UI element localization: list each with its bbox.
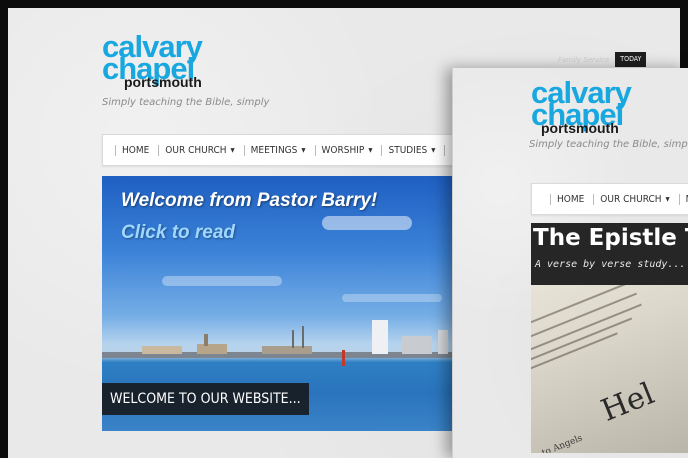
cloud-shape bbox=[322, 216, 412, 230]
epistle-subtitle: A verse by verse study... bbox=[535, 259, 686, 270]
bible-heading: Hel bbox=[596, 376, 660, 429]
caret-down-icon: ▼ bbox=[230, 146, 235, 154]
service-bar: Family Service TODAY bbox=[552, 52, 647, 67]
hero-slide[interactable]: Welcome from Pastor Barry! Click to read… bbox=[102, 176, 452, 431]
bible-text: to Angels bbox=[540, 433, 585, 453]
cloud-shape bbox=[162, 276, 282, 286]
nav-meetings-label: MEETINGS bbox=[250, 144, 298, 156]
nav-our-church-label: OUR CHURCH bbox=[600, 193, 662, 205]
caret-down-icon: ▼ bbox=[665, 195, 670, 203]
epistle-slide[interactable]: The Epistle T A verse by verse study... … bbox=[531, 223, 688, 453]
harbour-skyline bbox=[102, 320, 452, 366]
nav-item-our-church[interactable]: OUR CHURCH ▼ bbox=[593, 193, 678, 205]
caret-down-icon: ▼ bbox=[301, 146, 306, 154]
caret-down-icon: ▼ bbox=[368, 146, 373, 154]
main-nav-front: HOME OUR CHURCH▼ M bbox=[531, 183, 688, 215]
nav-our-church-label: OUR CHURCH bbox=[165, 144, 227, 156]
logo-portsmouth: portsmouth bbox=[541, 120, 619, 136]
nav-worship-label: WORSHIP bbox=[321, 144, 365, 156]
text-line bbox=[531, 317, 633, 363]
site-logo[interactable]: calvary chapel portsmouth bbox=[102, 31, 203, 90]
caret-down-icon: ▼ bbox=[431, 146, 436, 154]
nav-item-m[interactable]: M bbox=[678, 193, 688, 205]
nav-home-label: HOME bbox=[557, 193, 585, 205]
hero-title: Welcome from Pastor Barry! bbox=[121, 190, 378, 211]
nav-studies-label: STUDIES bbox=[388, 144, 428, 156]
nav-home-label: HOME bbox=[122, 144, 150, 156]
main-nav: HOME OUR CHURCH ▼ MEETINGS ▼ WORSHIP ▼ STUD… bbox=[102, 134, 454, 166]
nav-item-home[interactable]: HOME bbox=[550, 193, 593, 205]
nav-item-meetings[interactable]: MEETINGS ▼ bbox=[243, 144, 315, 156]
service-name: Family Service bbox=[558, 55, 610, 64]
nav-item-worship[interactable]: WORSHIP ▼ bbox=[314, 144, 382, 156]
site-tagline: Simply teaching the Bible, simply bbox=[102, 97, 270, 108]
site-tagline-front: Simply teaching the Bible, simp bbox=[529, 139, 688, 150]
nav-item-our-church[interactable]: OUR CHURCH ▼ bbox=[158, 144, 243, 156]
site-page-front: calvary chapel portsmouth Simply teachin… bbox=[452, 68, 688, 458]
today-badge[interactable]: TODAY bbox=[615, 52, 647, 67]
cloud-shape bbox=[342, 294, 442, 302]
hero-caption[interactable]: WELCOME TO OUR WEBSITE... bbox=[102, 383, 309, 415]
epistle-title: The Epistle T bbox=[533, 225, 688, 251]
nav-item-studies[interactable]: STUDIES ▼ bbox=[381, 144, 444, 156]
logo-portsmouth: portsmouth bbox=[124, 74, 202, 90]
nav-item-home[interactable]: HOME bbox=[115, 144, 158, 156]
site-logo-front[interactable]: calvary chapel portsmouth bbox=[531, 77, 632, 136]
hero-read-link[interactable]: Click to read bbox=[121, 222, 235, 244]
